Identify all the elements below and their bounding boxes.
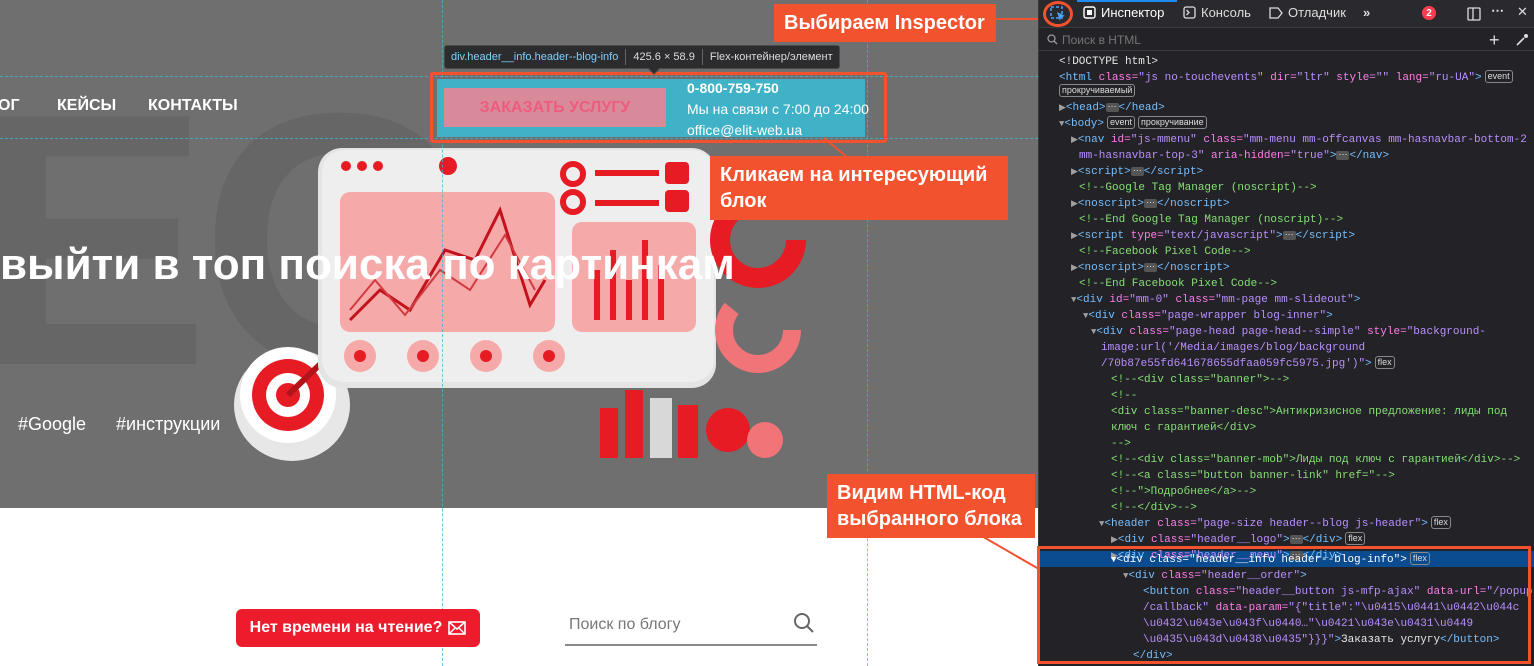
html-search-bar: + — [1039, 29, 1534, 51]
no-time-label: Нет времени на чтение? — [249, 619, 443, 636]
callout-pointer — [996, 18, 1040, 20]
callout-click-line1: Кликаем на интересующий — [720, 164, 988, 186]
error-count-badge[interactable]: 2 — [1422, 6, 1436, 20]
tree-node: mm-hasnavbar-top-3" aria-hidden="true"> ⋯… — [1079, 150, 1390, 162]
tree-node[interactable]: ▼<body> event прокручивание — [1059, 116, 1207, 132]
tab-console-label: Консоль — [1201, 5, 1251, 20]
tree-node: ключ с гарантией</div> — [1111, 422, 1257, 434]
callout-inspector: Выбираем Inspector — [774, 4, 996, 42]
eyedropper-icon[interactable] — [1515, 33, 1529, 47]
tree-node[interactable]: ▶<script type="text/javascript"> ⋯ </scrip… — [1071, 228, 1355, 244]
tree-node[interactable]: <!--<a class="button banner-link" href="… — [1111, 468, 1395, 484]
tab-inspector-label: Инспектор — [1101, 5, 1165, 20]
tooltip-selector: div.header__info.header--blog-info — [451, 51, 619, 63]
menu-item-cases[interactable]: КЕЙСЫ — [57, 97, 116, 115]
tree-node: прокручиваемый — [1059, 84, 1136, 100]
callout-see-line1: Видим HTML-код — [837, 482, 1006, 504]
tree-node[interactable]: <!--<div class="banner">--> — [1111, 372, 1289, 388]
search-icon — [1047, 34, 1058, 45]
tree-node[interactable]: ▶<script> ⋯ </script> — [1071, 164, 1203, 180]
tag-google[interactable]: #Google — [18, 414, 86, 435]
blog-search-input[interactable] — [565, 606, 775, 644]
tree-node[interactable]: <!--Google Tag Manager (noscript)--> — [1079, 180, 1317, 196]
menu-icon[interactable]: ⋯ — [1491, 3, 1505, 19]
page-preview: EO ОГ КЕЙСЫ КОНТАКТЫ выйти в топ поиска … — [0, 0, 1038, 666]
tab-debugger-label: Отладчик — [1288, 5, 1346, 20]
blog-search — [565, 606, 817, 646]
tree-node: image:url('/Media/images/blog/background — [1101, 342, 1366, 354]
element-picker-button[interactable] — [1043, 1, 1073, 27]
tree-node[interactable]: <!--">Подробнее</a>--> — [1111, 484, 1256, 500]
callout-click-block: Кликаем на интересующий блок — [710, 156, 1008, 220]
tree-node[interactable]: ▼<div id="mm-0" class="mm-page mm-slideo… — [1071, 292, 1360, 308]
tree-node: --> — [1111, 438, 1131, 450]
tree-node[interactable]: <!--Facebook Pixel Code--> — [1079, 244, 1251, 260]
tooltip-separator — [625, 49, 627, 65]
tooltip-separator — [701, 49, 703, 65]
callout-see-html: Видим HTML-код выбранного блока — [827, 474, 1035, 538]
article-headline: выйти в топ поиска по картинкам — [0, 240, 735, 289]
inspector-icon — [1083, 6, 1096, 19]
debugger-icon — [1269, 6, 1283, 19]
tab-console[interactable]: Консоль — [1183, 5, 1251, 20]
callout-click-line2: блок — [720, 190, 767, 212]
tree-node[interactable]: ▶<head> ⋯ </head> — [1059, 100, 1165, 116]
no-time-to-read-button[interactable]: Нет времени на чтение? — [236, 609, 480, 647]
tag-instructions[interactable]: #инструкции — [116, 414, 220, 435]
inspector-tooltip: div.header__info.header--blog-info 425.6… — [444, 45, 840, 75]
tree-node[interactable]: <!--End Google Tag Manager (noscript)--> — [1079, 212, 1343, 228]
element-picker-icon — [1050, 6, 1065, 21]
tree-node[interactable]: <!--<div class="banner-mob">Лиды под клю… — [1111, 452, 1520, 468]
callout-see-line2: выбранного блока — [837, 508, 1022, 530]
screenshot: EO ОГ КЕЙСЫ КОНТАКТЫ выйти в топ поиска … — [0, 0, 1534, 666]
close-icon[interactable]: ✕ — [1517, 4, 1528, 20]
active-tab-indicator — [1077, 0, 1177, 2]
tree-node[interactable]: <!--</div>--> — [1111, 500, 1197, 516]
tree-node[interactable]: ▶<noscript> ⋯ </noscript> — [1071, 196, 1230, 212]
tree-node[interactable]: ▼<header class="page-size header--blog j… — [1099, 516, 1451, 532]
envelope-icon — [448, 621, 467, 635]
html-search-input[interactable] — [1062, 32, 1442, 47]
add-node-icon[interactable]: + — [1489, 30, 1500, 51]
tree-node[interactable]: <!--End Facebook Pixel Code--> — [1079, 276, 1277, 292]
tree-node[interactable]: <!DOCTYPE html> — [1059, 54, 1158, 70]
tree-node[interactable]: ▶<nav id="js-mmenu" class="mm-menu mm-of… — [1071, 132, 1527, 148]
tooltip-kind: Flex-контейнер/элемент — [709, 51, 833, 63]
tab-debugger[interactable]: Отладчик — [1269, 5, 1346, 20]
tooltip-size: 425.6 × 58.9 — [633, 51, 695, 63]
devtools-panel: Инспектор Консоль Отладчик » 2 ⋯ ✕ + — [1037, 0, 1534, 666]
more-tabs-icon[interactable]: » — [1363, 5, 1370, 20]
tree-node[interactable]: ▼<div class="page-head page-head--simple… — [1091, 324, 1486, 340]
menu-item-contacts[interactable]: КОНТАКТЫ — [148, 97, 238, 115]
search-icon[interactable] — [793, 612, 815, 634]
responsive-icon[interactable] — [1467, 7, 1481, 21]
tree-node[interactable]: <!-- — [1111, 388, 1137, 404]
tab-inspector[interactable]: Инспектор — [1083, 5, 1164, 20]
selected-code-outline — [1037, 546, 1531, 664]
tree-node: /70b87e55fd641678655dfaa059fc5975.jpg')"… — [1101, 356, 1395, 372]
selection-outline — [430, 72, 887, 143]
devtools-toolbar: Инспектор Консоль Отладчик » 2 ⋯ ✕ — [1039, 0, 1534, 28]
tree-node[interactable]: ▼<div class="page-wrapper blog-inner"> — [1083, 308, 1333, 324]
tree-node: <div class="banner-desc">Антикризисное п… — [1111, 406, 1508, 418]
menu-item-blog[interactable]: ОГ — [0, 97, 20, 115]
tree-node[interactable]: ▶<noscript> ⋯ </noscript> — [1071, 260, 1230, 276]
console-icon — [1183, 6, 1196, 19]
